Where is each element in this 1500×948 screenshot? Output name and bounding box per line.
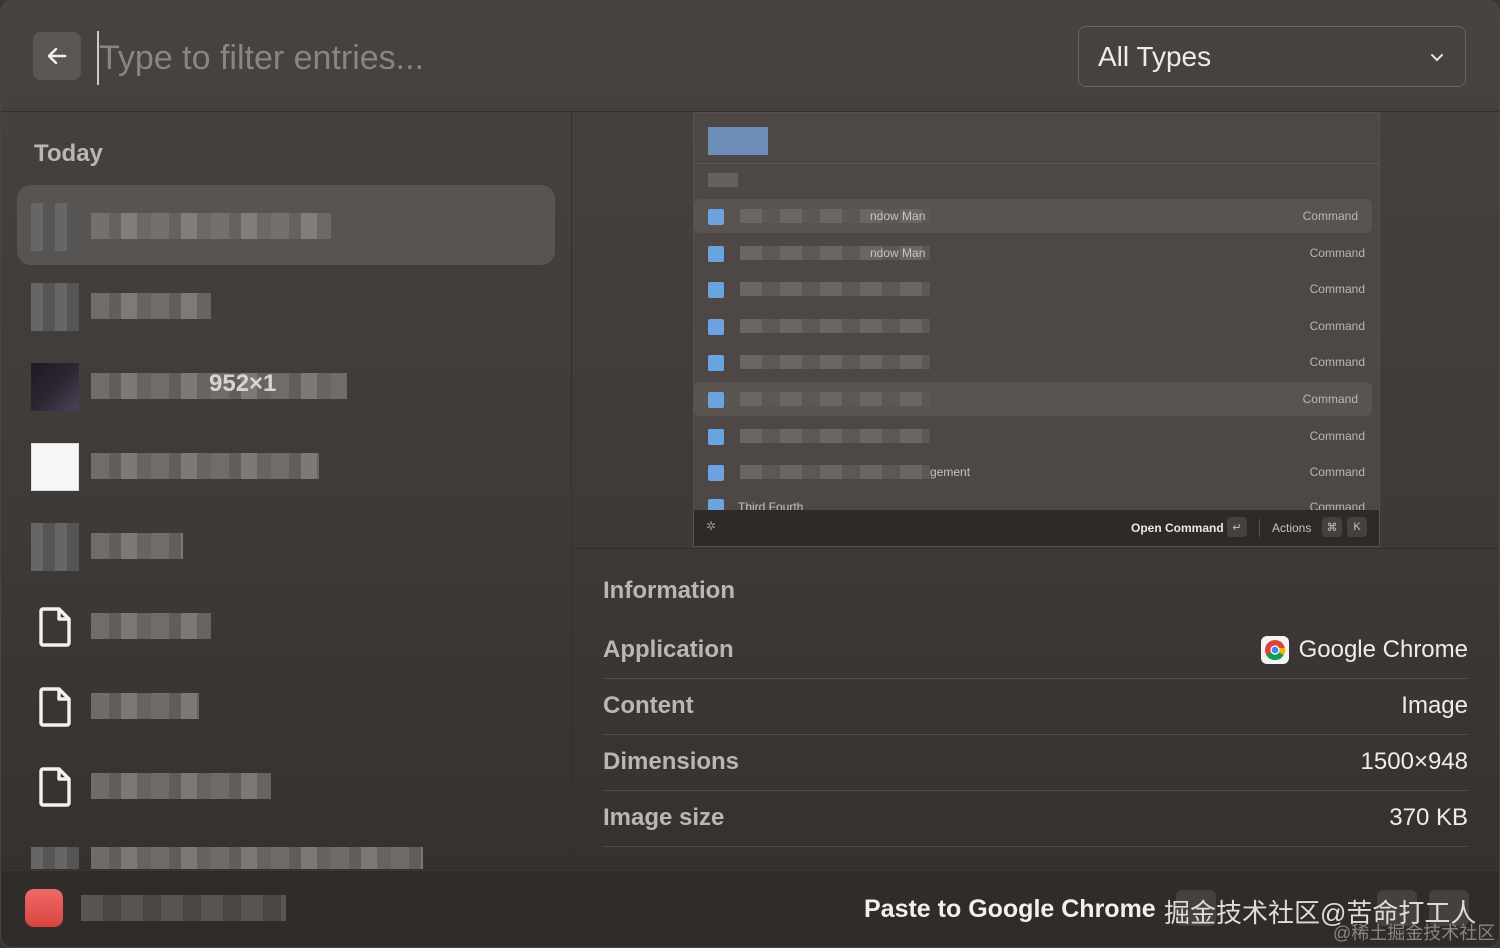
- clipboard-history-window: All Types Today 952×1: [0, 0, 1500, 948]
- back-button[interactable]: [33, 32, 81, 80]
- preview-row: Command: [694, 309, 1379, 343]
- k-key-hint: K: [1347, 517, 1367, 537]
- pixelated-block: [81, 895, 286, 921]
- document-icon: [39, 687, 71, 727]
- image-thumbnail: [31, 523, 79, 571]
- preview-row: Command: [694, 272, 1379, 306]
- app-logo-icon: ✲: [706, 519, 717, 533]
- list-item[interactable]: [17, 265, 555, 345]
- list-item-label: [91, 213, 331, 239]
- list-item-label: [91, 293, 211, 319]
- arrow-left-icon: [47, 47, 67, 65]
- image-thumbnail: [31, 203, 79, 251]
- application-value: Google Chrome: [1298, 636, 1468, 663]
- info-row-image-size: Image size 370 KB: [603, 790, 1468, 847]
- image-thumbnail: [31, 363, 79, 411]
- list-item[interactable]: 952×1: [17, 345, 555, 425]
- info-row-dimensions: Dimensions 1500×948: [603, 734, 1468, 791]
- preview-row: Command: [694, 382, 1372, 416]
- app-icon: [25, 889, 63, 927]
- list-item[interactable]: [17, 185, 555, 265]
- type-filter-value: All Types: [1098, 40, 1212, 72]
- image-preview-pane: ndow Man Command ndow Man Command Command …: [572, 112, 1499, 549]
- list-item[interactable]: [17, 745, 555, 825]
- actions-label: Actions: [1272, 521, 1312, 535]
- list-item[interactable]: [17, 505, 555, 585]
- list-item[interactable]: [17, 425, 555, 505]
- list-item-label: [91, 693, 199, 719]
- image-thumbnail: [31, 847, 79, 869]
- list-item-label: [91, 773, 271, 799]
- pixelated-block: [708, 173, 738, 187]
- preview-row: gement Command: [694, 455, 1379, 489]
- information-panel: Information Application Google Chrome Co…: [572, 549, 1499, 869]
- paste-action-button[interactable]: Paste to Google Chrome: [864, 895, 1156, 924]
- chrome-icon: [1260, 636, 1289, 664]
- section-title-today: Today: [34, 140, 103, 167]
- information-title: Information: [603, 577, 735, 604]
- history-list: Today 952×1: [1, 112, 572, 869]
- divider: [694, 163, 1379, 164]
- list-item[interactable]: [17, 585, 555, 665]
- list-item[interactable]: [17, 665, 555, 745]
- list-item-label: [91, 453, 319, 479]
- list-item-label: [91, 533, 183, 559]
- chevron-down-icon: [1431, 53, 1443, 61]
- image-thumbnail: [31, 283, 79, 331]
- info-row-content: Content Image: [603, 678, 1468, 735]
- divider: [1259, 519, 1260, 537]
- list-item[interactable]: [17, 825, 555, 869]
- search-input[interactable]: [97, 31, 1001, 85]
- cmd-key-hint: ⌘: [1322, 517, 1342, 537]
- type-filter-dropdown[interactable]: All Types: [1078, 26, 1466, 87]
- list-item-dimensions: 952×1: [209, 370, 277, 397]
- pixelated-block: [708, 127, 768, 155]
- preview-row: ndow Man Command: [694, 236, 1379, 270]
- preview-row: Command: [694, 345, 1379, 379]
- header-bar: All Types: [1, 1, 1499, 112]
- document-icon: [39, 607, 71, 647]
- list-item-label: 952×1: [91, 370, 347, 399]
- open-command-label: Open Command: [1131, 521, 1224, 535]
- preview-row: Command: [694, 419, 1379, 453]
- enter-key-hint: ↵: [1227, 517, 1247, 537]
- image-thumbnail: [31, 443, 79, 491]
- document-icon: [39, 767, 71, 807]
- watermark-text-small: @稀土掘金技术社区: [1333, 923, 1496, 943]
- info-row-application: Application Google Chrome: [603, 622, 1468, 679]
- list-item-label: [91, 847, 423, 869]
- list-item-label: [91, 613, 211, 639]
- preview-row: ndow Man Command: [694, 199, 1372, 233]
- preview-screenshot: ndow Man Command ndow Man Command Command …: [693, 112, 1380, 547]
- bottom-action-bar: Paste to Google Chrome 掘金技术社区@苦命打工人 @稀土掘…: [1, 870, 1499, 947]
- preview-action-bar: ✲ Open Command ↵ Actions ⌘ K: [694, 510, 1379, 546]
